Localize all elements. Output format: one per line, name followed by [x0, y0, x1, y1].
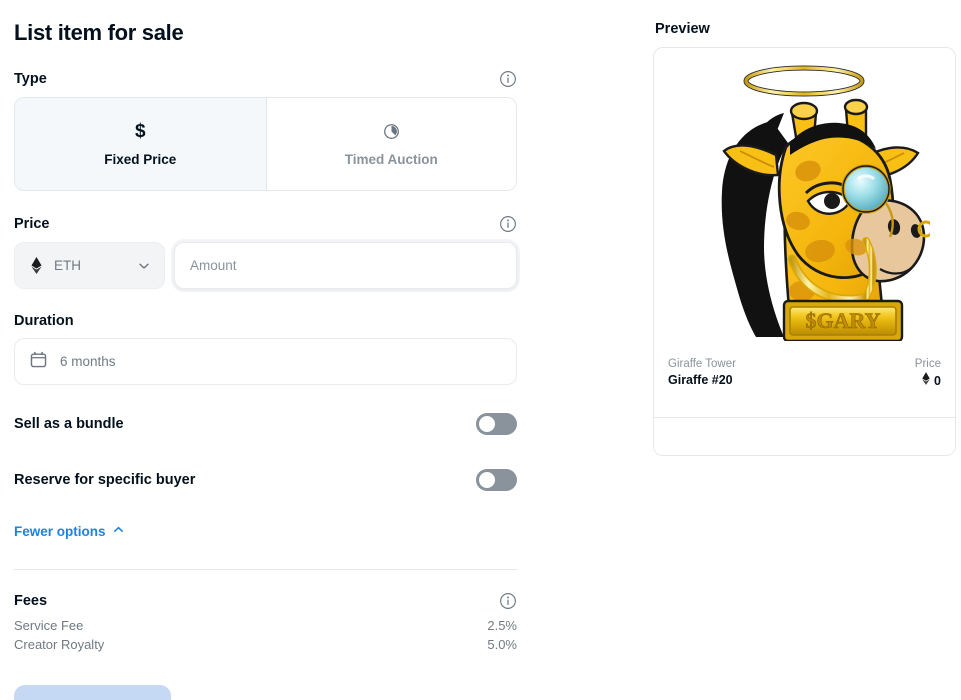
card-footer: [654, 418, 955, 455]
reserve-for-specific-buyer-toggle[interactable]: [476, 469, 517, 491]
nameplate-text: $GARY: [805, 308, 880, 333]
nft-price-value-wrap: 0: [915, 372, 941, 390]
sell-as-bundle-toggle[interactable]: [476, 413, 517, 435]
duration-section-header: Duration: [14, 313, 517, 329]
duration-select[interactable]: 6 months: [14, 338, 517, 385]
nft-price-block: Price 0: [915, 356, 941, 390]
info-circle-icon[interactable]: [499, 592, 517, 610]
list-item-for-sale-page: List item for sale Type $ Fixed Price Ti…: [0, 0, 961, 700]
type-option-timed-auction-label: Timed Auction: [344, 151, 438, 167]
price-section-header: Price: [14, 215, 517, 233]
toggle-row-sell-as-bundle: Sell as a bundle: [14, 407, 517, 441]
complete-listing-button[interactable]: Complete listing: [14, 684, 171, 700]
info-circle-icon[interactable]: [499, 70, 517, 88]
type-selector: $ Fixed Price Timed Auction: [14, 97, 517, 191]
type-option-fixed-price-label: Fixed Price: [104, 151, 177, 167]
duration-value: 6 months: [60, 354, 116, 369]
creator-royalty-value: 5.0%: [487, 636, 517, 652]
chevron-down-icon: [137, 259, 151, 273]
nft-identity: Giraffe Tower Giraffe #20: [668, 356, 736, 389]
preview-panel: Preview $GARY Giraffe Tower Giraffe #20 …: [653, 0, 956, 456]
type-option-timed-auction[interactable]: Timed Auction: [265, 98, 516, 190]
ethereum-diamond-icon: [28, 257, 44, 274]
fewer-options-label: Fewer options: [14, 523, 106, 539]
nft-item-name: Giraffe #20: [668, 373, 733, 387]
type-option-fixed-price[interactable]: $ Fixed Price: [15, 98, 266, 190]
reserve-for-specific-buyer-label: Reserve for specific buyer: [14, 472, 196, 488]
fees-title: Fees: [14, 592, 48, 609]
sell-as-bundle-label: Sell as a bundle: [14, 416, 124, 432]
creator-royalty-label: Creator Royalty: [14, 636, 105, 652]
service-fee-value: 2.5%: [487, 617, 517, 633]
duration-label: Duration: [14, 313, 74, 329]
fee-row-creator-royalty: Creator Royalty 5.0%: [14, 635, 517, 654]
ethereum-diamond-icon: [922, 372, 930, 390]
type-label: Type: [14, 71, 47, 87]
nft-price-label: Price: [914, 358, 941, 370]
amount-field-wrapper: [174, 242, 517, 289]
price-label: Price: [14, 216, 50, 232]
listing-form: List item for sale Type $ Fixed Price Ti…: [14, 0, 517, 700]
currency-select-value: ETH: [54, 258, 81, 273]
section-divider: [14, 568, 517, 570]
nft-collection-name: Giraffe Tower: [668, 358, 736, 370]
nft-preview-card[interactable]: $GARY Giraffe Tower Giraffe #20 Price 0: [653, 47, 956, 456]
nft-artwork: $GARY: [654, 48, 955, 344]
type-section-header: Type: [14, 70, 517, 88]
currency-select[interactable]: ETH: [14, 242, 165, 289]
calendar-icon: [29, 350, 48, 374]
service-fee-label: Service Fee: [14, 617, 84, 633]
fee-row-service-fee: Service Fee 2.5%: [14, 616, 517, 635]
fewer-options-link[interactable]: Fewer options: [14, 523, 125, 539]
preview-title: Preview: [655, 21, 710, 37]
info-circle-icon[interactable]: [499, 215, 517, 233]
page-title: List item for sale: [14, 20, 184, 45]
dollar-sign-icon: $: [134, 121, 146, 142]
clock-timer-icon: [383, 122, 400, 142]
toggle-row-reserve-buyer: Reserve for specific buyer: [14, 463, 517, 497]
nft-price-value: 0: [934, 373, 941, 388]
price-row: ETH: [14, 242, 517, 289]
nft-card-meta: Giraffe Tower Giraffe #20 Price 0: [654, 344, 955, 417]
fees-section-header: Fees: [14, 592, 517, 610]
chevron-up-icon: [112, 523, 125, 539]
amount-input[interactable]: [174, 242, 517, 289]
